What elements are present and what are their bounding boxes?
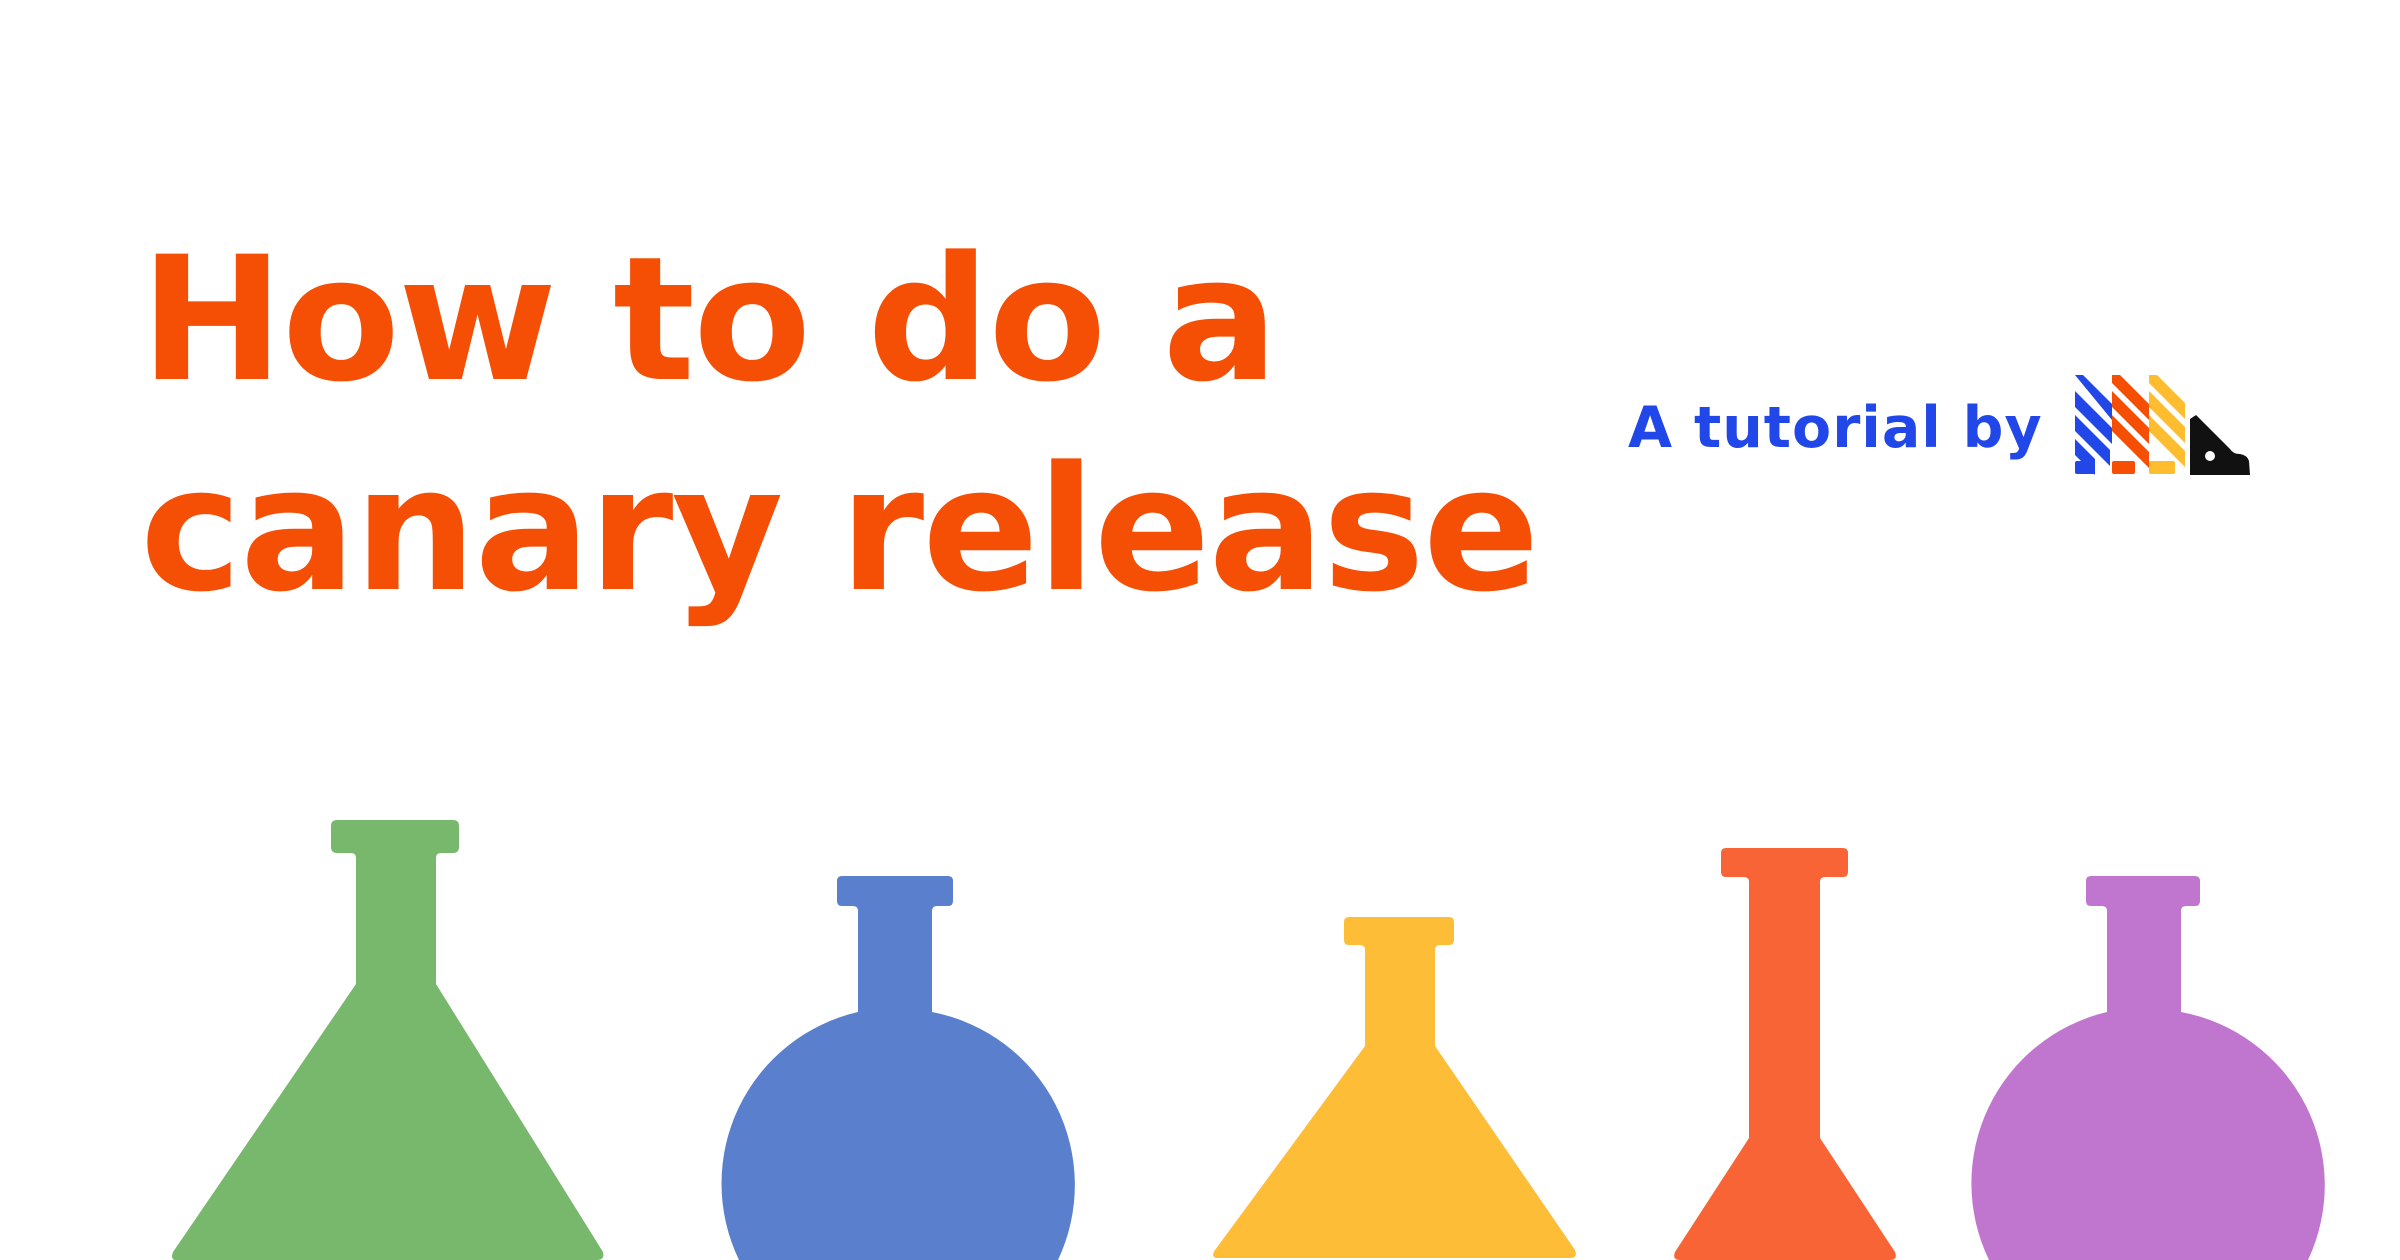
blue-flask-icon bbox=[721, 876, 1075, 1260]
yellow-flask-icon bbox=[1213, 917, 1576, 1258]
green-flask-icon bbox=[172, 820, 604, 1260]
flasks-illustration bbox=[172, 820, 2325, 1260]
purple-flask-icon bbox=[1971, 876, 2325, 1260]
orange-flask-icon bbox=[1674, 848, 1896, 1260]
